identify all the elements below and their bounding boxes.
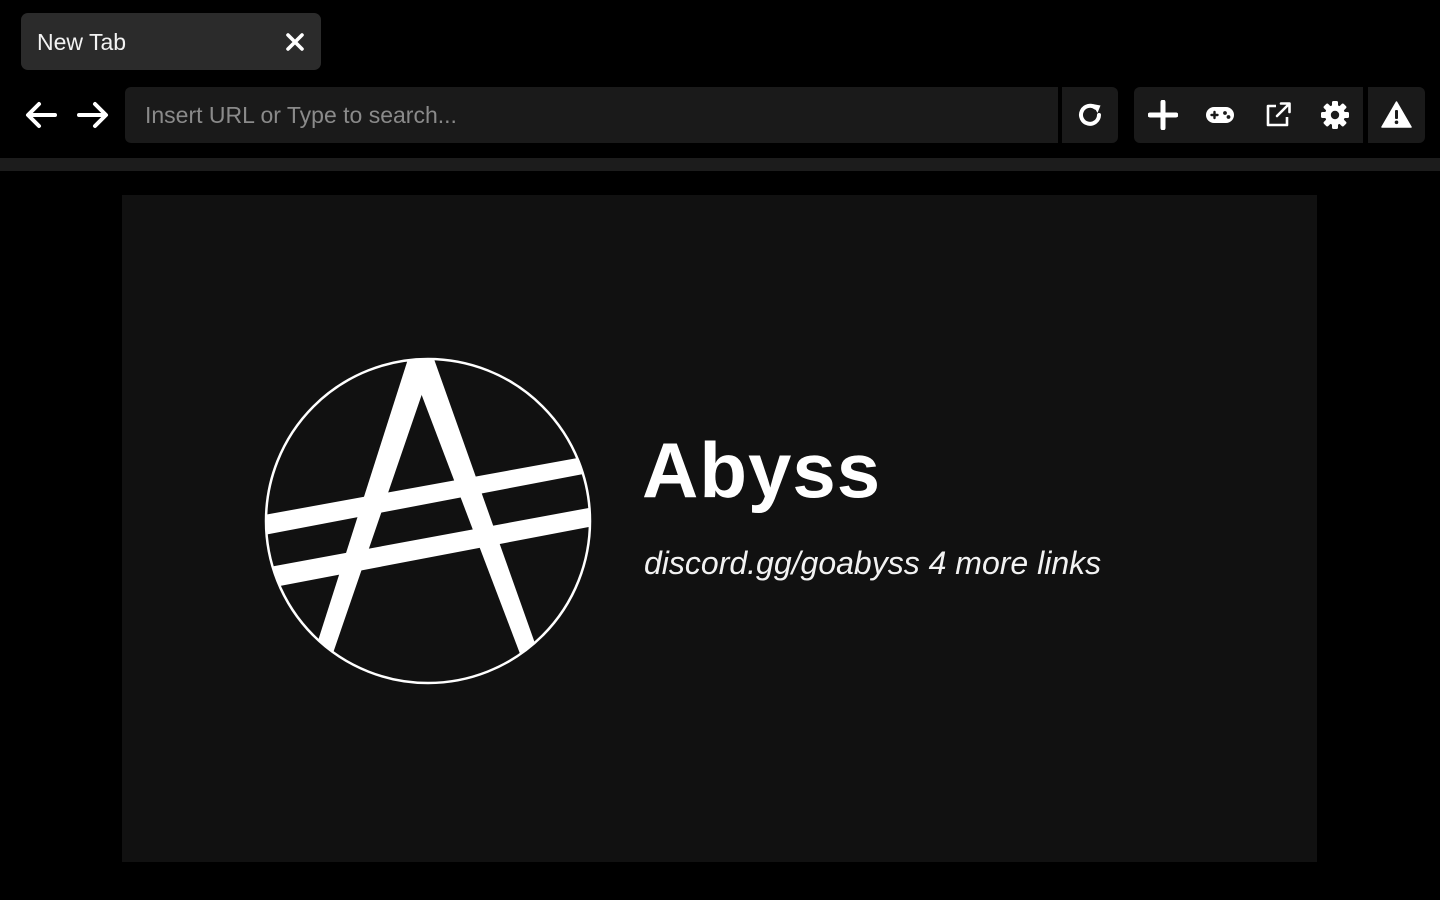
url-input[interactable] xyxy=(125,87,1058,143)
reload-icon xyxy=(1079,103,1101,126)
tab-new-tab[interactable]: New Tab xyxy=(21,13,321,70)
arrow-right-icon xyxy=(77,102,108,128)
plus-icon xyxy=(1148,100,1178,130)
open-external-button[interactable] xyxy=(1250,87,1306,143)
arrow-left-icon xyxy=(26,102,57,128)
page-load-bar xyxy=(0,158,1440,171)
back-button[interactable] xyxy=(24,99,58,131)
brand-title: Abyss xyxy=(642,426,882,514)
forward-button[interactable] xyxy=(76,99,110,131)
warning-icon xyxy=(1381,101,1412,128)
tools-group xyxy=(1134,87,1363,143)
toolbar xyxy=(0,87,1440,143)
address-bar xyxy=(125,87,1058,143)
games-button[interactable] xyxy=(1192,87,1248,143)
tab-bar: New Tab xyxy=(0,0,1440,80)
gear-icon xyxy=(1321,101,1349,129)
gamepad-icon xyxy=(1206,107,1234,123)
warning-button[interactable] xyxy=(1368,87,1425,143)
abyss-logo-icon xyxy=(264,357,592,685)
close-icon[interactable] xyxy=(285,32,305,52)
tab-title: New Tab xyxy=(37,29,127,55)
brand-links[interactable]: discord.gg/goabyss 4 more links xyxy=(644,543,1101,583)
reload-button[interactable] xyxy=(1062,87,1118,143)
new-tab-page: Abyss discord.gg/goabyss 4 more links xyxy=(122,195,1317,862)
settings-button[interactable] xyxy=(1307,87,1363,143)
new-tab-button[interactable] xyxy=(1135,87,1191,143)
external-link-icon xyxy=(1266,102,1291,127)
